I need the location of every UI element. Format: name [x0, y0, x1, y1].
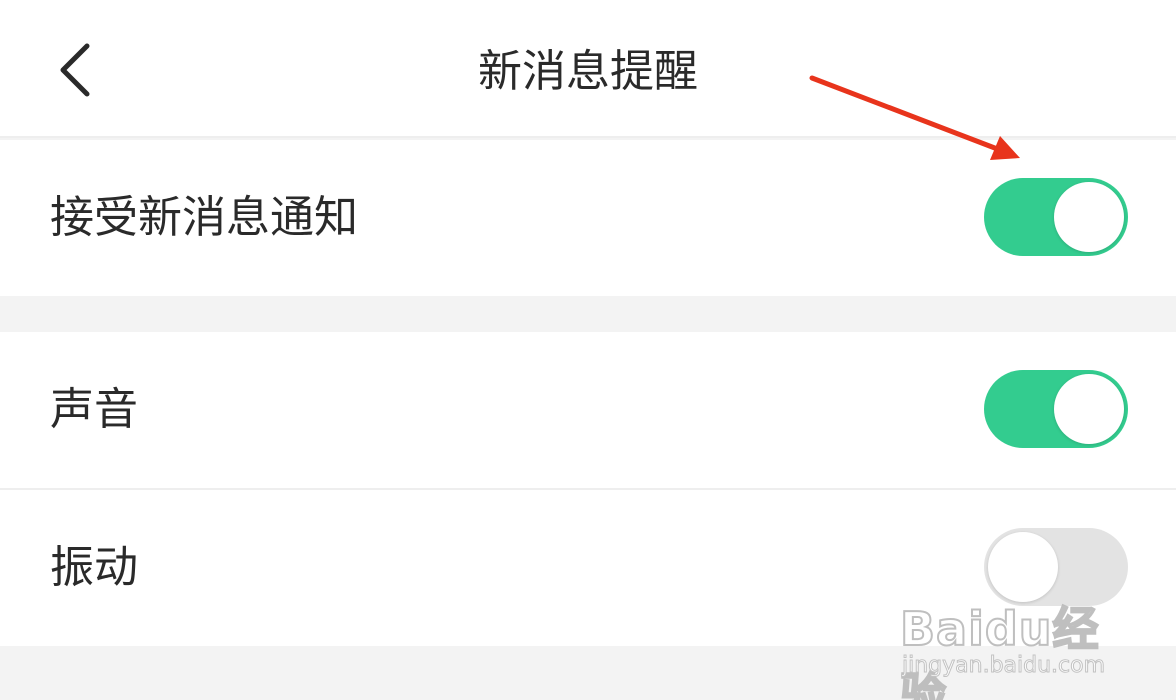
toggle-knob — [1054, 182, 1124, 252]
toggle-knob — [988, 532, 1058, 602]
settings-screen: 新消息提醒 接受新消息通知 声音 振动 Baidu经验 jingyan.baid… — [0, 0, 1176, 700]
vibrate-toggle[interactable] — [984, 528, 1128, 606]
setting-row-sound: 声音 — [0, 332, 1176, 488]
page-title: 新消息提醒 — [478, 46, 698, 97]
sound-toggle[interactable] — [984, 370, 1128, 448]
toggle-knob — [1054, 374, 1124, 444]
setting-label: 接受新消息通知 — [50, 192, 358, 243]
header-bar: 新消息提醒 — [0, 0, 1176, 138]
setting-row-receive-notifications: 接受新消息通知 — [0, 140, 1176, 296]
setting-label: 声音 — [50, 384, 138, 435]
watermark-url: jingyan.baidu.com — [901, 653, 1106, 679]
receive-notifications-toggle[interactable] — [984, 178, 1128, 256]
setting-label: 振动 — [50, 542, 138, 593]
setting-row-vibrate: 振动 — [0, 490, 1176, 646]
